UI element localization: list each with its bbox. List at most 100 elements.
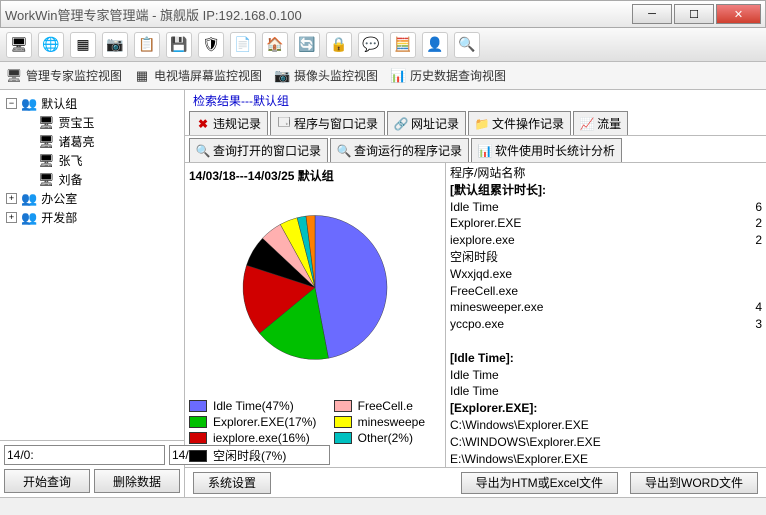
history-icon: 📊 bbox=[390, 68, 406, 84]
link-icon: 🔗 bbox=[394, 117, 408, 131]
list-item[interactable]: Idle Time bbox=[450, 367, 762, 384]
list-section: [默认组累计时长]: bbox=[450, 182, 762, 199]
tree-user[interactable]: 🖥张飞 bbox=[36, 151, 180, 170]
list-item[interactable]: C:\Windows\Explorer.EXE bbox=[450, 417, 762, 434]
window-title: WorkWin管理专家管理端 - 旗舰版 IP:192.168.0.100 bbox=[5, 5, 632, 24]
file-icon: 📁 bbox=[475, 117, 489, 131]
toolbar-icon-chat[interactable]: 💬 bbox=[358, 32, 384, 58]
search-result-label: 检索结果---默认组 bbox=[185, 90, 766, 111]
search-icon: 🔍 bbox=[196, 144, 210, 158]
tree-user[interactable]: 🖥刘备 bbox=[36, 170, 180, 189]
group-icon: 👥 bbox=[21, 210, 37, 226]
start-query-button[interactable]: 开始查询 bbox=[4, 469, 90, 493]
legend-item: FreeCell.e bbox=[334, 398, 425, 414]
tab-url[interactable]: 🔗网址记录 bbox=[387, 111, 466, 135]
toolbar-icon-refresh[interactable]: 🔄 bbox=[294, 32, 320, 58]
x-icon: ✖ bbox=[196, 117, 210, 131]
legend-item: minesweepe bbox=[334, 414, 425, 430]
legend-item: Explorer.EXE(17%) bbox=[189, 414, 316, 430]
toolbar-icon-home[interactable]: 🏠 bbox=[262, 32, 288, 58]
camera-icon: 📷 bbox=[274, 68, 290, 84]
tree-user[interactable]: 🖥贾宝玉 bbox=[36, 113, 180, 132]
tab-flow[interactable]: 📈流量 bbox=[573, 111, 628, 135]
client-tree[interactable]: −👥默认组 🖥贾宝玉 🖥诸葛亮 🖥张飞 🖥刘备 +👥办公室 +👥开发部 bbox=[0, 90, 184, 440]
pie-chart bbox=[189, 186, 441, 398]
tree-group[interactable]: +👥开发部 bbox=[4, 208, 180, 227]
close-button[interactable]: ✕ bbox=[716, 4, 761, 24]
pc-icon: 🖥 bbox=[38, 172, 55, 188]
sys-settings-button[interactable]: 系统设置 bbox=[193, 472, 271, 494]
search-icon: 🔍 bbox=[337, 144, 351, 158]
maximize-button[interactable]: ☐ bbox=[674, 4, 714, 24]
clear-data-button[interactable]: 删除数据 bbox=[94, 469, 180, 493]
legend-item: 空闲时段(7%) bbox=[189, 446, 316, 465]
left-pane: −👥默认组 🖥贾宝玉 🖥诸葛亮 🖥张飞 🖥刘备 +👥办公室 +👥开发部 开始查询… bbox=[0, 90, 185, 497]
chart-icon: 📊 bbox=[478, 144, 492, 158]
list-item[interactable]: Idle Time6 bbox=[450, 199, 762, 216]
toolbar-icon-disk[interactable]: 💾 bbox=[166, 32, 192, 58]
toolbar-icon-shield[interactable]: 🛡 bbox=[198, 32, 224, 58]
tab-runprog[interactable]: 🔍查询运行的程序记录 bbox=[330, 138, 469, 162]
chart-header: 14/03/18---14/03/25 默认组 bbox=[189, 165, 441, 186]
group-icon: 👥 bbox=[21, 191, 37, 207]
tab-progwin[interactable]: 🗔程序与窗口记录 bbox=[270, 111, 385, 135]
monitor-icon: 🖥 bbox=[6, 68, 22, 84]
chart-legend: Idle Time(47%)Explorer.EXE(17%)iexplore.… bbox=[189, 398, 441, 465]
tree-root[interactable]: −👥默认组 bbox=[4, 94, 180, 113]
tab-usage[interactable]: 📊软件使用时长统计分析 bbox=[471, 138, 622, 162]
toolbar-icon-calc[interactable]: 🧮 bbox=[390, 32, 416, 58]
toolbar-icon-camera[interactable]: 📷 bbox=[102, 32, 128, 58]
expand-icon[interactable]: + bbox=[6, 212, 17, 223]
list-item[interactable]: 空闲时段 bbox=[450, 249, 762, 266]
tab-tvwall-view[interactable]: ▦电视墙屏幕监控视图 bbox=[134, 67, 262, 84]
sub-tabs: 🔍查询打开的窗口记录 🔍查询运行的程序记录 📊软件使用时长统计分析 bbox=[185, 136, 766, 163]
tree-user[interactable]: 🖥诸葛亮 bbox=[36, 132, 180, 151]
title-bar: WorkWin管理专家管理端 - 旗舰版 IP:192.168.0.100 ─ … bbox=[0, 0, 766, 28]
export-htm-button[interactable]: 导出为HTM或Excel文件 bbox=[461, 472, 618, 494]
tab-violation[interactable]: ✖违规记录 bbox=[189, 111, 268, 135]
pc-icon: 🖥 bbox=[38, 153, 55, 169]
list-item[interactable]: yccpo.exe3 bbox=[450, 316, 762, 333]
view-tabs: 🖥管理专家监控视图 ▦电视墙屏幕监控视图 📷摄像头监控视图 📊历史数据查询视图 bbox=[0, 62, 766, 90]
toolbar-icon-user[interactable]: 👤 bbox=[422, 32, 448, 58]
list-item[interactable]: C:\WINDOWS\Explorer.EXE bbox=[450, 434, 762, 451]
list-header: 程序/网站名称 bbox=[450, 165, 762, 182]
list-item[interactable]: E:\Windows\Explorer.EXE bbox=[450, 451, 762, 467]
export-word-button[interactable]: 导出到WORD文件 bbox=[630, 472, 758, 494]
pc-icon: 🖥 bbox=[38, 115, 55, 131]
toolbar-icon-list[interactable]: 📋 bbox=[134, 32, 160, 58]
bottom-bar: 系统设置 导出为HTM或Excel文件 导出到WORD文件 bbox=[185, 467, 766, 497]
list-item[interactable]: Idle Time bbox=[450, 383, 762, 400]
flow-icon: 📈 bbox=[580, 117, 594, 131]
list-item[interactable]: Wxxjqd.exe bbox=[450, 266, 762, 283]
expand-icon[interactable]: + bbox=[6, 193, 17, 204]
tab-history-view[interactable]: 📊历史数据查询视图 bbox=[390, 67, 506, 84]
toolbar-icon-search[interactable]: 🔍 bbox=[454, 32, 480, 58]
tab-fileop[interactable]: 📁文件操作记录 bbox=[468, 111, 571, 135]
window-icon: 🗔 bbox=[277, 117, 291, 131]
status-bar bbox=[0, 497, 766, 515]
program-list[interactable]: 程序/网站名称 [默认组累计时长]: Idle Time6Explorer.EX… bbox=[445, 163, 766, 467]
minimize-button[interactable]: ─ bbox=[632, 4, 672, 24]
toolbar-icon-doc[interactable]: 📄 bbox=[230, 32, 256, 58]
collapse-icon[interactable]: − bbox=[6, 98, 17, 109]
record-tabs: ✖违规记录 🗔程序与窗口记录 🔗网址记录 📁文件操作记录 📈流量 bbox=[185, 111, 766, 136]
legend-item: iexplore.exe(16%) bbox=[189, 430, 316, 446]
toolbar-icon-screens[interactable]: ▦ bbox=[70, 32, 96, 58]
date-from-input[interactable] bbox=[4, 445, 165, 465]
list-section: [Explorer.EXE]: bbox=[450, 400, 762, 417]
toolbar-icon-monitor[interactable]: 🖥 bbox=[6, 32, 32, 58]
tree-group[interactable]: +👥办公室 bbox=[4, 189, 180, 208]
list-item[interactable]: FreeCell.exe bbox=[450, 283, 762, 300]
list-item[interactable]: Explorer.EXE2 bbox=[450, 215, 762, 232]
tab-monitor-view[interactable]: 🖥管理专家监控视图 bbox=[6, 67, 122, 84]
toolbar-icon-globe[interactable]: 🌐 bbox=[38, 32, 64, 58]
list-item[interactable]: iexplore.exe2 bbox=[450, 232, 762, 249]
grid-icon: ▦ bbox=[134, 68, 150, 84]
tab-camera-view[interactable]: 📷摄像头监控视图 bbox=[274, 67, 378, 84]
pc-icon: 🖥 bbox=[38, 134, 55, 150]
list-item[interactable]: minesweeper.exe4 bbox=[450, 299, 762, 316]
toolbar-icon-lock[interactable]: 🔒 bbox=[326, 32, 352, 58]
right-pane: 检索结果---默认组 ✖违规记录 🗔程序与窗口记录 🔗网址记录 📁文件操作记录 … bbox=[185, 90, 766, 497]
tab-openwin[interactable]: 🔍查询打开的窗口记录 bbox=[189, 138, 328, 162]
